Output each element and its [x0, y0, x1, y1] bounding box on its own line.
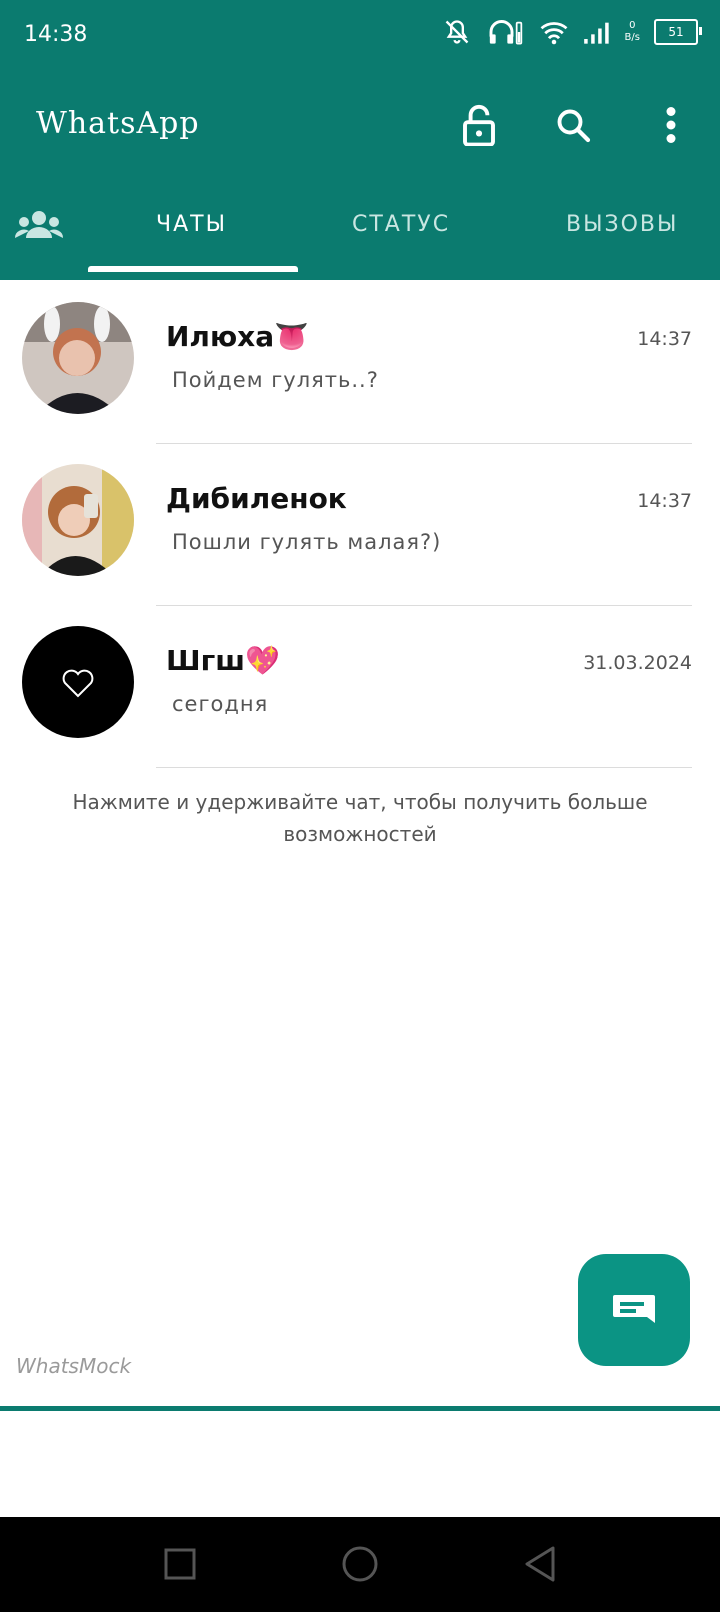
- headphones-icon: [489, 20, 522, 45]
- watermark: WhatsMock: [16, 1354, 132, 1378]
- search-button[interactable]: [548, 100, 598, 150]
- chat-name: Илюха👅: [166, 320, 309, 353]
- recent-apps-icon: [164, 1548, 196, 1580]
- avatar[interactable]: [22, 464, 134, 576]
- tab-status[interactable]: СТАТУС: [352, 212, 450, 237]
- new-chat-button[interactable]: [578, 1254, 690, 1366]
- back-icon: [525, 1546, 555, 1582]
- chat-item[interactable]: Илюха👅 Пойдем гулять..? 14:37: [0, 282, 720, 444]
- community-icon: [14, 211, 64, 238]
- active-tab-indicator: [88, 266, 298, 272]
- chat-time: 14:37: [637, 490, 692, 512]
- lock-button[interactable]: [454, 100, 504, 150]
- status-time: 14:38: [24, 22, 88, 47]
- chat-name: Шгш💖: [166, 644, 280, 677]
- back-button[interactable]: [515, 1539, 565, 1589]
- status-icons: 0 B/s 51: [443, 18, 702, 46]
- heart-icon: [62, 669, 94, 698]
- system-navigation-bar: [0, 1517, 720, 1612]
- more-options-button[interactable]: [646, 100, 696, 150]
- chat-item[interactable]: Дибиленок Пошли гулять малая?) 14:37: [0, 444, 720, 606]
- chat-time: 14:37: [637, 328, 692, 350]
- app-title: WhatsApp: [36, 106, 200, 141]
- hint-text: Нажмите и удерживайте чат, чтобы получит…: [72, 790, 648, 846]
- avatar-photo: [22, 302, 134, 414]
- chat-name: Дибиленок: [166, 482, 347, 515]
- tab-chats[interactable]: ЧАТЫ: [156, 212, 227, 237]
- lock-icon: [463, 104, 495, 146]
- home-button[interactable]: [335, 1539, 385, 1589]
- divider: [156, 767, 692, 768]
- battery-indicator: 51: [654, 19, 702, 45]
- search-icon: [557, 109, 591, 143]
- tab-bar: ЧАТЫ СТАТУС ВЫЗОВЫ: [0, 190, 720, 280]
- signal-icon: [583, 22, 609, 44]
- chat-preview: Пойдем гулять..?: [172, 368, 379, 392]
- home-icon: [342, 1546, 378, 1582]
- app-header: 14:38 0 B/s 51 WhatsApp ЧАТЫ СТАТУС ВЫЗО…: [0, 0, 720, 280]
- recent-apps-button[interactable]: [155, 1539, 205, 1589]
- chat-preview: сегодня: [172, 692, 269, 716]
- chat-item[interactable]: Шгш💖 сегодня 31.03.2024: [0, 606, 720, 768]
- chat-time: 31.03.2024: [583, 652, 692, 674]
- wifi-icon: [540, 22, 567, 45]
- avatar[interactable]: [22, 626, 134, 738]
- new-chat-icon: [613, 1295, 655, 1323]
- net-speed: 0 B/s: [624, 20, 640, 43]
- chat-list: Илюха👅 Пойдем гулять..? 14:37 Дибиленок …: [0, 282, 720, 768]
- bottom-accent-line: [0, 1406, 720, 1411]
- mute-notifications-icon: [445, 20, 468, 44]
- avatar-photo: [22, 464, 134, 576]
- chat-preview: Пошли гулять малая?): [172, 530, 442, 554]
- tab-calls[interactable]: ВЫЗОВЫ: [566, 212, 678, 237]
- tab-communities[interactable]: [14, 208, 70, 244]
- more-vert-icon: [666, 107, 676, 143]
- avatar[interactable]: [22, 302, 134, 414]
